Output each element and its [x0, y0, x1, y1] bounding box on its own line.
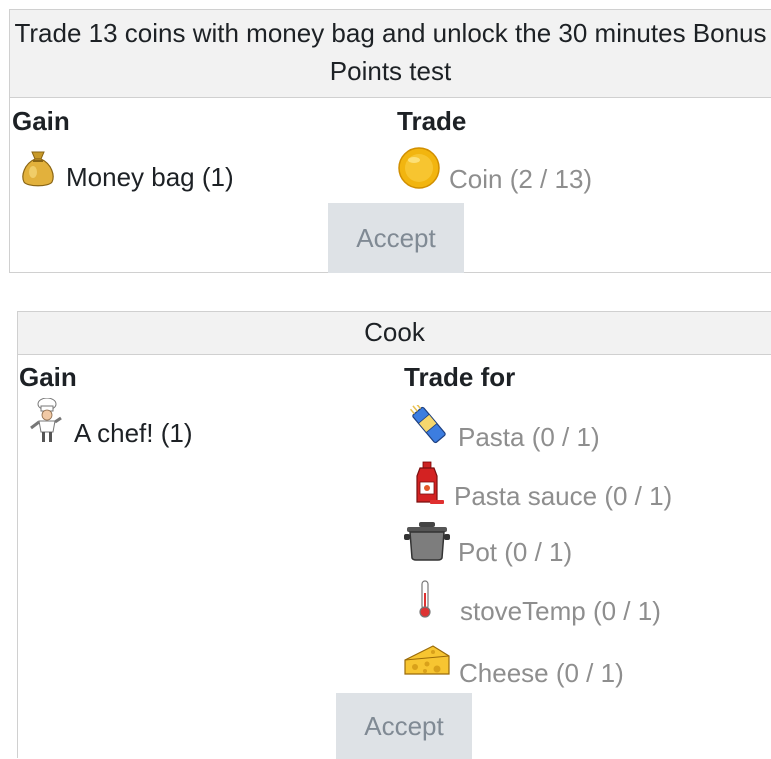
trade-column-header: Trade — [397, 106, 467, 136]
trade-item-label: Pasta sauce (0 / 1) — [454, 481, 673, 511]
trade-item-label: Pasta (0 / 1) — [458, 422, 600, 452]
trade-item-label: Coin (2 / 13) — [449, 164, 593, 194]
pot-icon — [404, 520, 450, 569]
gain-item-label: A chef! (1) — [74, 418, 193, 448]
trade-offer-card: Cook Gain Trade for A chef! (1) Pasta (0… — [17, 311, 771, 759]
chef-icon — [26, 397, 66, 451]
gain-item: Money bag (1) — [18, 146, 234, 195]
trade-item-label: Cheese (0 / 1) — [459, 658, 624, 688]
trade-item: Coin (2 / 13) — [397, 146, 592, 197]
offer-title: Cook — [18, 312, 771, 355]
gain-item: A chef! (1) — [26, 397, 193, 451]
offer-title: Trade 13 coins with money bag and unlock… — [10, 10, 771, 98]
accept-button[interactable]: Accept — [328, 203, 464, 273]
accept-button[interactable]: Accept — [336, 693, 472, 759]
coin-icon — [397, 146, 441, 197]
trade-item: Pasta (0 / 1) — [408, 403, 600, 453]
trade-for-column-header: Trade for — [404, 362, 516, 392]
thermometer-icon — [416, 579, 434, 626]
money-bag-icon — [18, 146, 58, 195]
ketchup-bottle-icon — [410, 460, 446, 513]
pasta-icon — [408, 403, 450, 452]
trade-offer-card: Trade 13 coins with money bag and unlock… — [9, 9, 771, 273]
gain-item-label: Money bag (1) — [66, 162, 234, 192]
trade-item: Cheese (0 / 1) — [403, 638, 624, 689]
trade-item: Pot (0 / 1) — [404, 520, 572, 569]
trade-item: stoveTemp (0 / 1) — [416, 578, 661, 627]
trade-item-label: stoveTemp (0 / 1) — [460, 596, 661, 626]
trade-item: Pasta sauce (0 / 1) — [410, 460, 672, 513]
gain-column-header: Gain — [12, 106, 70, 136]
gain-column-header: Gain — [19, 362, 77, 392]
trade-item-label: Pot (0 / 1) — [458, 537, 573, 567]
cheese-icon — [403, 642, 451, 685]
